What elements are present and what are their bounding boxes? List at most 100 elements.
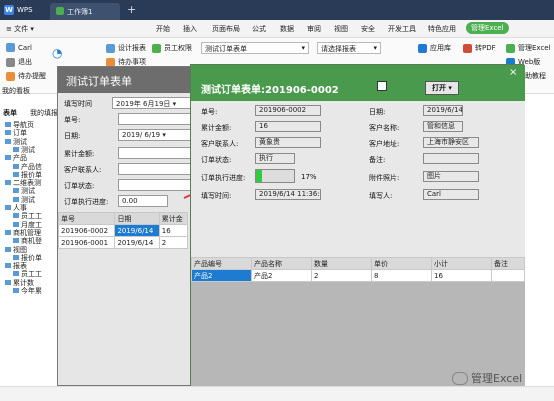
- menu-features[interactable]: 特色应用: [428, 24, 456, 34]
- left-pane: 表单 我的填报 导航页 订单 测试 测试 产品 产品信 报价单 二维表测 测试 测试 人事 员工工 月度…: [0, 96, 60, 386]
- menu-layout[interactable]: 页面布局: [212, 24, 240, 34]
- reminder-label: 待办提醒: [18, 72, 46, 80]
- d-customer-field[interactable]: 管和信息: [423, 121, 463, 132]
- menu-view[interactable]: 视图: [334, 24, 348, 34]
- folder-icon: [5, 180, 11, 186]
- cell[interactable]: 2: [158, 236, 189, 249]
- status-bar: [0, 386, 554, 401]
- d-fill-time-field[interactable]: 2019/6/14 11:36:58: [255, 189, 321, 200]
- folder-icon: [5, 155, 11, 161]
- d-order-no-field[interactable]: 201906-0002: [255, 105, 321, 116]
- d-total-field[interactable]: 16: [255, 121, 321, 132]
- order-no-field[interactable]: [118, 113, 194, 125]
- menu-bar: ≡ 文件 ▾ 开始 插入 页面布局 公式 数据 审阅 视图 安全 开发工具 特色…: [0, 20, 554, 38]
- to-pdf-button[interactable]: 转PDF: [463, 43, 496, 53]
- cell[interactable]: 16: [158, 224, 189, 237]
- menu-file[interactable]: ≡ 文件 ▾: [6, 24, 34, 34]
- d-attachment-label: 附件照片:: [369, 174, 400, 182]
- folder-icon: [13, 163, 19, 169]
- col-header[interactable]: 日期: [114, 212, 160, 225]
- open-button[interactable]: 打开 ▾: [425, 81, 459, 95]
- cell[interactable]: 16: [431, 269, 492, 282]
- menu-manage-excel[interactable]: 管理Excel: [466, 22, 509, 34]
- manage-excel-button[interactable]: 管理Excel: [506, 43, 551, 53]
- design-report-button[interactable]: 设计报表: [106, 43, 146, 53]
- d-status-field[interactable]: 执行: [255, 153, 295, 164]
- folder-icon: [5, 246, 11, 252]
- app-name: WPS: [17, 6, 33, 14]
- d-date-field[interactable]: 2019/6/14: [423, 105, 463, 116]
- cell[interactable]: 2019/6/14: [114, 224, 160, 237]
- cell[interactable]: 201906-0001: [57, 236, 116, 249]
- d-filler-label: 填写人:: [369, 192, 393, 200]
- menu-insert[interactable]: 插入: [183, 24, 197, 34]
- cell[interactable]: 2: [311, 269, 372, 282]
- col-header[interactable]: 数量: [311, 257, 372, 270]
- menu-home[interactable]: 开始: [156, 24, 170, 34]
- col-header[interactable]: 单价: [371, 257, 432, 270]
- new-tab-button[interactable]: +: [127, 3, 136, 16]
- menu-security[interactable]: 安全: [361, 24, 375, 34]
- print-icon[interactable]: [377, 81, 387, 91]
- cell[interactable]: 产品2: [251, 269, 312, 282]
- user-button[interactable]: Carl: [6, 43, 32, 52]
- tab-workbook[interactable]: 工作簿1: [50, 3, 120, 20]
- reminder-button[interactable]: 待办提醒: [6, 71, 46, 81]
- close-button[interactable]: ×: [509, 67, 517, 78]
- d-contact-label: 客户联系人:: [201, 140, 239, 148]
- progress-field[interactable]: 0.00: [118, 195, 168, 207]
- left-tab-forms[interactable]: 表单: [3, 108, 17, 118]
- d-contact-field[interactable]: 黄象贵: [255, 137, 321, 148]
- menu-formula[interactable]: 公式: [252, 24, 266, 34]
- fill-time-label: 填写时间: [64, 100, 92, 108]
- date-field[interactable]: 2019/ 6/19 ▾: [118, 129, 194, 141]
- staff-permission-button[interactable]: 员工权限: [152, 43, 192, 53]
- cell[interactable]: 201906-0002: [57, 224, 116, 237]
- fill-time-field[interactable]: 2019年 6月19日 ▾: [112, 97, 192, 109]
- design-icon: [106, 43, 115, 53]
- table-row[interactable]: 201906-0002 2019/6/14 16: [57, 224, 189, 237]
- progress-label: 订单执行进度:: [64, 198, 109, 206]
- table-row[interactable]: 201906-0001 2019/6/14 2: [57, 236, 189, 249]
- d-filler-field[interactable]: Carl: [423, 189, 479, 200]
- folder-icon: [5, 138, 11, 144]
- date-label: 日期:: [64, 132, 81, 140]
- report-picker[interactable]: 请选择报表 ▾: [317, 42, 381, 54]
- report-select[interactable]: 测试订单表单 ▾: [201, 42, 309, 54]
- status-label: 订单状态:: [64, 182, 95, 190]
- folder-icon: [5, 229, 11, 235]
- wifi-icon[interactable]: ◔: [52, 46, 62, 60]
- col-header[interactable]: 产品名称: [251, 257, 312, 270]
- cell[interactable]: [491, 269, 525, 282]
- col-header[interactable]: 小计: [431, 257, 492, 270]
- menu-developer[interactable]: 开发工具: [388, 24, 416, 34]
- col-header[interactable]: 备注: [491, 257, 525, 270]
- cell[interactable]: 产品2: [191, 269, 252, 282]
- table-row[interactable]: 产品2 产品2 2 8 16: [191, 269, 525, 282]
- staff-icon: [152, 43, 161, 53]
- cell[interactable]: 2019/6/14: [114, 236, 160, 249]
- tree-item[interactable]: 今年累: [13, 286, 42, 296]
- detail-header-row: 产品编号 产品名称 数量 单价 小计 备注: [191, 257, 525, 270]
- my-board[interactable]: 我的看板: [2, 86, 30, 96]
- left-tab-my-fill[interactable]: 我的填报: [30, 108, 58, 118]
- col-header[interactable]: 累计金: [158, 212, 189, 225]
- d-address-field[interactable]: 上海市静安区: [423, 137, 479, 148]
- date-value: 2019/ 6/19: [122, 131, 161, 139]
- d-attachment-field[interactable]: 图片: [423, 171, 479, 182]
- wps-logo[interactable]: W WPS: [4, 4, 33, 16]
- col-header[interactable]: 单号: [57, 212, 116, 225]
- order-form-background: 测试订单表单 填写时间 2019年 6月19日 ▾ 单号: 日期: 2019/ …: [57, 66, 198, 386]
- logout-button[interactable]: 退出: [6, 57, 32, 67]
- menu-review[interactable]: 审阅: [307, 24, 321, 34]
- user-icon: [6, 43, 15, 52]
- d-note-field[interactable]: [423, 153, 479, 164]
- contact-label: 客户联系人:: [64, 166, 102, 174]
- folder-icon: [5, 279, 11, 285]
- app-store-button[interactable]: 应用库: [418, 43, 451, 53]
- cell[interactable]: 8: [371, 269, 432, 282]
- total-field[interactable]: [118, 147, 194, 159]
- progress-value: 0.00: [122, 197, 138, 205]
- col-header[interactable]: 产品编号: [191, 257, 252, 270]
- menu-data[interactable]: 数据: [280, 24, 294, 34]
